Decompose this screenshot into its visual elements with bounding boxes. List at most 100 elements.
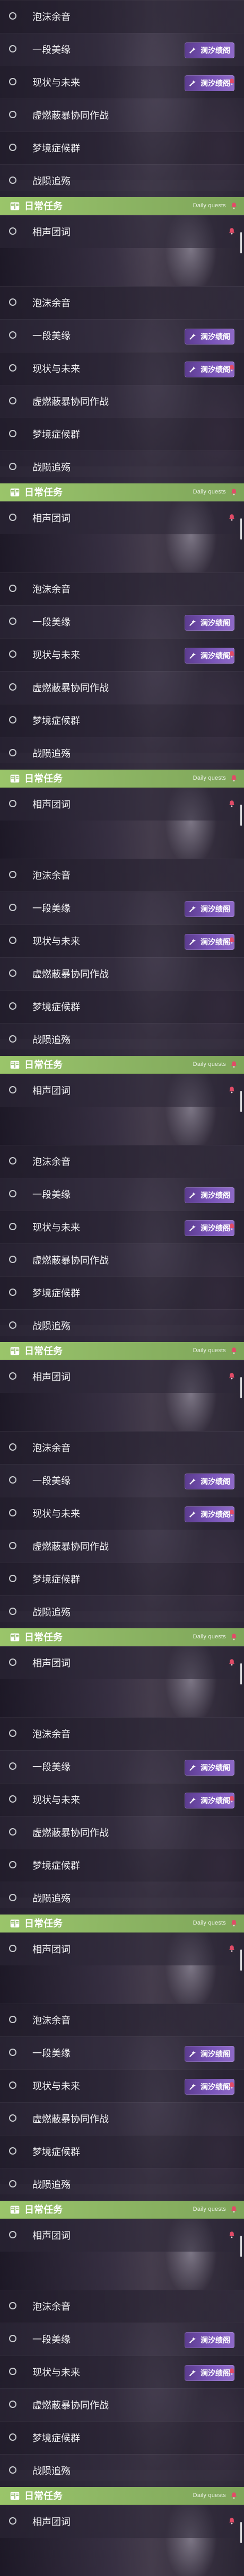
daily-tasks-section[interactable]: 日常任务 Daily quests <box>0 197 244 215</box>
quest-row[interactable]: 相声团词 <box>0 2505 244 2538</box>
quest-row[interactable]: 现状与未来 澜汐绩阁 <box>0 638 244 671</box>
checkbox-circle[interactable] <box>9 871 16 878</box>
checkbox-circle[interactable] <box>9 2401 16 2408</box>
checkbox-circle[interactable] <box>9 1035 16 1043</box>
quest-row[interactable]: 虚燃蔽暴协同作战 <box>0 1530 244 1563</box>
quest-row[interactable]: 虚燃蔽暴协同作战 <box>0 671 244 704</box>
quest-row[interactable]: 战陨追殇 <box>0 1309 244 1342</box>
checkbox-circle[interactable] <box>9 1509 16 1516</box>
quest-row[interactable]: 梦境症候群 <box>0 418 244 451</box>
checkbox-circle[interactable] <box>9 331 16 339</box>
scrollbar-thumb[interactable] <box>240 1377 242 1398</box>
checkbox-circle[interactable] <box>9 2049 16 2056</box>
checkbox-circle[interactable] <box>9 2081 16 2089</box>
checkbox-circle[interactable] <box>9 12 16 20</box>
quest-row[interactable]: 泡沫余音 <box>0 1145 244 1178</box>
quest-row[interactable]: 虚燃蔽暴协同作战 <box>0 1243 244 1276</box>
checkbox-circle[interactable] <box>9 617 16 625</box>
quest-row[interactable]: 虚燃蔽暴协同作战 <box>0 1816 244 1849</box>
checkbox-circle[interactable] <box>9 227 16 235</box>
quest-row[interactable]: 一段美缘 澜汐绩阁 <box>0 1178 244 1211</box>
quest-row[interactable]: 战陨追殇 <box>0 164 244 197</box>
daily-tasks-section[interactable]: 日常任务 Daily quests <box>0 770 244 788</box>
checkbox-circle[interactable] <box>9 1086 16 1093</box>
quest-row[interactable]: 梦境症候群 <box>0 1276 244 1309</box>
scrollbar-thumb[interactable] <box>240 518 242 540</box>
daily-tasks-section[interactable]: 日常任务 Daily quests <box>0 1056 244 1074</box>
checkbox-circle[interactable] <box>9 2302 16 2309</box>
checkbox-circle[interactable] <box>9 177 16 184</box>
checkbox-circle[interactable] <box>9 2231 16 2238</box>
checkbox-circle[interactable] <box>9 650 16 658</box>
checkbox-circle[interactable] <box>9 78 16 85</box>
checkbox-circle[interactable] <box>9 1608 16 1615</box>
checkbox-circle[interactable] <box>9 2016 16 2023</box>
checkbox-circle[interactable] <box>9 514 16 521</box>
quest-row[interactable]: 梦境症候群 <box>0 2135 244 2168</box>
checkbox-circle[interactable] <box>9 111 16 118</box>
checkbox-circle[interactable] <box>9 1223 16 1230</box>
quest-row[interactable]: 战陨追殇 <box>0 1023 244 1056</box>
quest-row[interactable]: 现状与未来 澜汐绩阁 <box>0 2069 244 2102</box>
quest-row[interactable]: 泡沫余音 <box>0 1431 244 1464</box>
quest-row[interactable]: 梦境症候群 <box>0 704 244 737</box>
quest-row[interactable]: 相声团词 <box>0 501 244 534</box>
checkbox-circle[interactable] <box>9 1730 16 1737</box>
checkbox-circle[interactable] <box>9 1828 16 1836</box>
checkbox-circle[interactable] <box>9 2180 16 2187</box>
checkbox-circle[interactable] <box>9 144 16 151</box>
quest-row[interactable]: 相声团词 <box>0 215 244 248</box>
checkbox-circle[interactable] <box>9 1372 16 1380</box>
scrollbar-thumb[interactable] <box>240 2522 242 2543</box>
checkbox-circle[interactable] <box>9 800 16 807</box>
scrollbar-thumb[interactable] <box>240 2236 242 2257</box>
quest-row[interactable]: 泡沫余音 <box>0 572 244 605</box>
quest-row[interactable]: 相声团词 <box>0 2219 244 2252</box>
quest-row[interactable]: 一段美缘 澜汐绩阁 <box>0 605 244 638</box>
quest-row[interactable]: 战陨追殇 <box>0 2168 244 2201</box>
quest-row[interactable]: 战陨追殇 <box>0 451 244 483</box>
quest-row[interactable]: 泡沫余音 <box>0 2290 244 2323</box>
quest-row[interactable]: 虚燃蔽暴协同作战 <box>0 2388 244 2421</box>
quest-row[interactable]: 梦境症候群 <box>0 2421 244 2454</box>
quest-row[interactable]: 现状与未来 澜汐绩阁 <box>0 1497 244 1530</box>
quest-row[interactable]: 泡沫余音 <box>0 286 244 319</box>
quest-row[interactable]: 一段美缘 澜汐绩阁 <box>0 1464 244 1497</box>
checkbox-circle[interactable] <box>9 1894 16 1901</box>
checkbox-circle[interactable] <box>9 969 16 977</box>
checkbox-circle[interactable] <box>9 937 16 944</box>
checkbox-circle[interactable] <box>9 1542 16 1549</box>
checkbox-circle[interactable] <box>9 1945 16 1952</box>
checkbox-circle[interactable] <box>9 2335 16 2342</box>
checkbox-circle[interactable] <box>9 683 16 691</box>
checkbox-circle[interactable] <box>9 1002 16 1010</box>
quest-row[interactable]: 战陨追殇 <box>0 2454 244 2487</box>
quest-row[interactable]: 虚燃蔽暴协同作战 <box>0 957 244 990</box>
checkbox-circle[interactable] <box>9 2368 16 2375</box>
quest-row[interactable]: 一段美缘 澜汐绩阁 <box>0 2036 244 2069</box>
quest-row[interactable]: 战陨追殇 <box>0 737 244 770</box>
quest-row[interactable]: 梦境症候群 <box>0 1563 244 1595</box>
checkbox-circle[interactable] <box>9 1157 16 1165</box>
daily-tasks-section[interactable]: 日常任务 Daily quests <box>0 1342 244 1360</box>
quest-row[interactable]: 一段美缘 澜汐绩阁 <box>0 319 244 352</box>
checkbox-circle[interactable] <box>9 1289 16 1296</box>
checkbox-circle[interactable] <box>9 1762 16 1770</box>
checkbox-circle[interactable] <box>9 463 16 470</box>
checkbox-circle[interactable] <box>9 1795 16 1803</box>
checkbox-circle[interactable] <box>9 298 16 306</box>
quest-row[interactable]: 虚燃蔽暴协同作战 <box>0 2102 244 2135</box>
quest-row[interactable]: 相声团词 <box>0 1074 244 1107</box>
quest-row[interactable]: 相声团词 <box>0 1646 244 1679</box>
daily-tasks-section[interactable]: 日常任务 Daily quests <box>0 2487 244 2505</box>
scrollbar-thumb[interactable] <box>240 1091 242 1112</box>
checkbox-circle[interactable] <box>9 1861 16 1868</box>
daily-tasks-section[interactable]: 日常任务 Daily quests <box>0 483 244 501</box>
daily-tasks-section[interactable]: 日常任务 Daily quests <box>0 1915 244 1933</box>
checkbox-circle[interactable] <box>9 45 16 52</box>
quest-row[interactable]: 泡沫余音 <box>0 859 244 892</box>
scrollbar-thumb[interactable] <box>240 805 242 826</box>
daily-tasks-section[interactable]: 日常任务 Daily quests <box>0 1628 244 1646</box>
quest-row[interactable]: 梦境症候群 <box>0 1849 244 1882</box>
checkbox-circle[interactable] <box>9 1190 16 1197</box>
